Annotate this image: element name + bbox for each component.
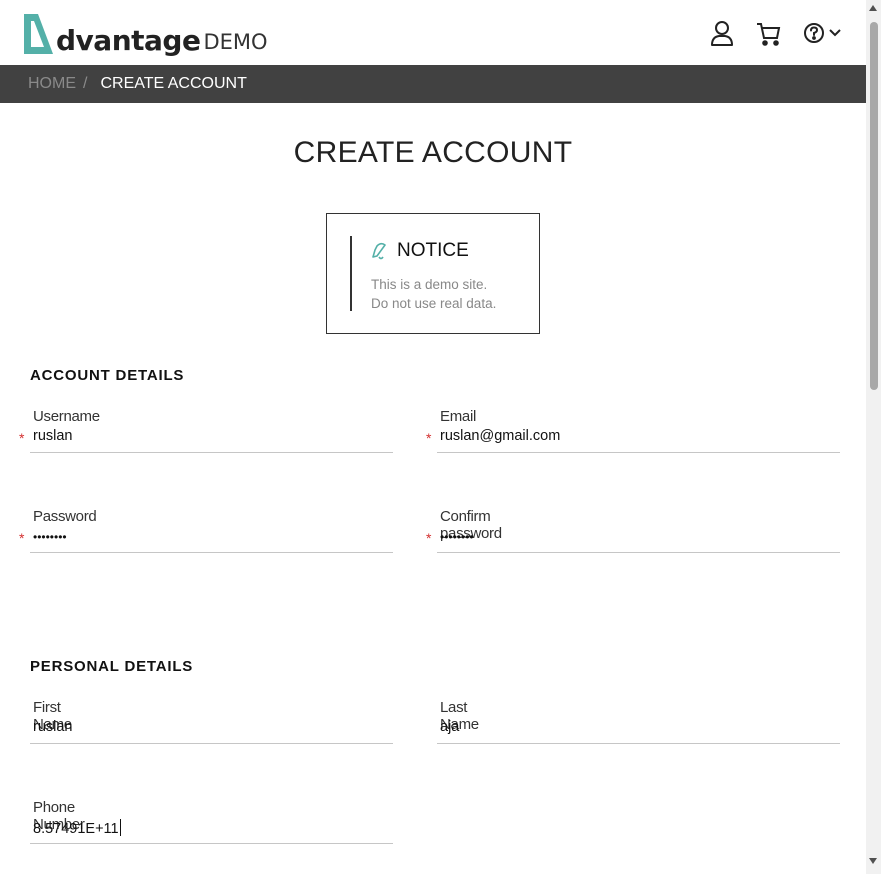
logo-mark-icon xyxy=(22,12,56,56)
username-label: Username xyxy=(33,408,100,425)
last-name-input[interactable]: aja xyxy=(440,719,780,739)
phone-number-value: 8.57491E+11 xyxy=(33,821,119,837)
notice-accent-bar xyxy=(350,236,352,311)
site-header: dvantage DEMO xyxy=(0,0,866,65)
logo-suffix-text: DEMO xyxy=(203,30,268,54)
scrollbar-thumb[interactable] xyxy=(870,22,878,390)
personal-details-heading: PERSONAL DETAILS xyxy=(30,658,194,675)
password-label: Password xyxy=(33,508,97,525)
required-mark: * xyxy=(19,530,25,546)
email-label: Email xyxy=(440,408,477,425)
vertical-scrollbar[interactable] xyxy=(866,0,881,874)
user-icon[interactable] xyxy=(708,20,736,48)
notice-box: NOTICE This is a demo site. Do not use r… xyxy=(326,213,540,334)
phone-number-input[interactable]: 8.57491E+11 xyxy=(33,819,373,839)
chevron-down-icon[interactable] xyxy=(828,20,842,48)
scroll-down-arrow-icon[interactable] xyxy=(869,858,877,864)
field-underline xyxy=(30,452,393,453)
breadcrumb-current: CREATE ACCOUNT xyxy=(100,75,247,92)
notice-line-1: This is a demo site. xyxy=(371,277,488,292)
username-input[interactable]: ruslan xyxy=(33,428,373,448)
field-underline xyxy=(30,743,393,744)
logo-brand-text: dvantage xyxy=(56,24,201,57)
first-name-input[interactable]: ruslan xyxy=(33,719,373,739)
notice-title: NOTICE xyxy=(397,240,469,261)
password-input[interactable]: •••••••• xyxy=(33,530,373,550)
breadcrumb: HOME / CREATE ACCOUNT xyxy=(0,65,866,103)
confirm-password-input[interactable]: •••••••• xyxy=(440,530,780,550)
breadcrumb-separator: / xyxy=(83,75,88,92)
field-underline xyxy=(30,552,393,553)
field-underline xyxy=(30,843,393,844)
required-mark: * xyxy=(19,430,25,446)
cart-icon[interactable] xyxy=(755,20,783,48)
bell-icon xyxy=(371,241,391,261)
required-mark: * xyxy=(426,530,432,546)
account-details-heading: ACCOUNT DETAILS xyxy=(30,367,185,384)
page-title: CREATE ACCOUNT xyxy=(293,136,573,169)
logo[interactable]: dvantage DEMO xyxy=(22,10,268,56)
notice-line-2: Do not use real data. xyxy=(371,296,497,311)
breadcrumb-home-link[interactable]: HOME xyxy=(28,75,76,93)
email-input[interactable]: ruslan@gmail.com xyxy=(440,428,780,448)
required-mark: * xyxy=(426,430,432,446)
field-underline xyxy=(437,743,840,744)
notice-text: This is a demo site. Do not use real dat… xyxy=(371,275,496,313)
field-underline xyxy=(437,452,840,453)
help-icon[interactable] xyxy=(802,20,830,48)
scroll-up-arrow-icon[interactable] xyxy=(869,5,877,11)
field-underline xyxy=(437,552,840,553)
text-caret xyxy=(119,819,121,836)
